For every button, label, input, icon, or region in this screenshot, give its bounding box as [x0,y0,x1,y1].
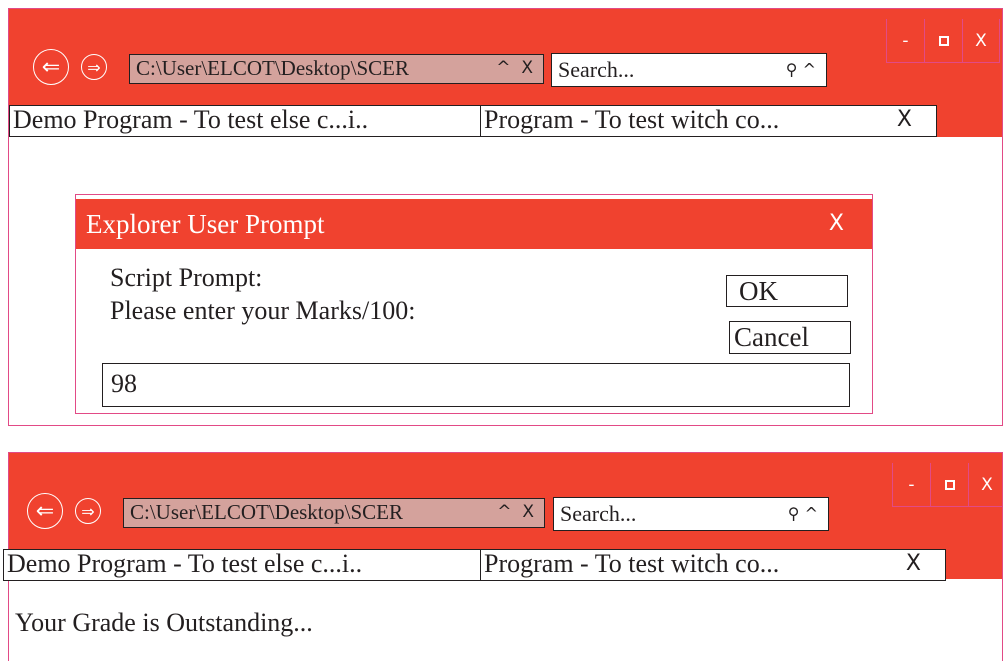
close-icon: X [981,474,993,495]
minimize-icon: - [902,30,909,51]
tab-program[interactable]: Program - To test witch co... X [480,105,937,137]
maximize-button[interactable] [924,19,962,63]
search-icon[interactable]: ⚲ ^ [788,498,818,530]
forward-button[interactable]: ⇒ [81,54,107,80]
tab-close-icon[interactable]: X [897,106,912,134]
address-bar[interactable]: C:\User\ELCOT\Desktop\SCER ^ X [129,54,544,84]
tab-demo-program[interactable]: Demo Program - To test else c...i.. [3,549,481,581]
search-icon[interactable]: ⚲ ^ [786,54,816,86]
search-box[interactable]: Search... ⚲ ^ [551,53,827,87]
back-button[interactable]: ⇐ [27,493,63,529]
address-path: C:\User\ELCOT\Desktop\SCER [136,56,409,80]
tab-program[interactable]: Program - To test witch co... X [480,549,946,581]
search-placeholder: Search... [558,57,635,82]
minimize-icon: - [908,474,915,495]
forward-arrow-icon: ⇒ [87,57,101,77]
minimize-button[interactable]: - [886,19,924,63]
tab-close-icon[interactable]: X [906,550,921,578]
back-arrow-icon: ⇐ [35,498,55,524]
close-window-button[interactable]: X [962,19,1000,63]
browser-window-prompt: - X ⇐ ⇒ C:\User\ELCOT\Desktop\SCER ^ X S… [8,8,1003,426]
prompt-label: Script Prompt: [110,263,263,292]
maximize-button[interactable] [930,463,968,507]
address-bar[interactable]: C:\User\ELCOT\Desktop\SCER ^ X [123,498,545,528]
close-window-button[interactable]: X [968,463,1003,507]
ok-button[interactable]: OK [726,275,848,307]
grade-message: Your Grade is Outstanding... [15,608,313,637]
dialog-title: Explorer User Prompt [86,209,325,239]
title-bar: - X ⇐ ⇒ C:\User\ELCOT\Desktop\SCER ^ X S… [3,453,1003,581]
address-controls[interactable]: ^ X [496,55,533,82]
search-placeholder: Search... [560,501,637,526]
user-prompt-dialog: Explorer User Prompt X Script Prompt: Pl… [75,194,873,414]
dialog-title-bar: Explorer User Prompt X [76,199,872,249]
minimize-button[interactable]: - [892,463,930,507]
prompt-text: Please enter your Marks/100: [110,296,416,325]
close-icon: X [975,30,987,51]
title-bar: - X ⇐ ⇒ C:\User\ELCOT\Desktop\SCER ^ X S… [9,9,1002,137]
back-button[interactable]: ⇐ [33,49,69,85]
maximize-icon [938,35,949,46]
dialog-close-icon[interactable]: X [829,199,844,249]
tab-demo-program[interactable]: Demo Program - To test else c...i.. [9,105,481,137]
address-path: C:\User\ELCOT\Desktop\SCER [130,500,403,524]
marks-input[interactable]: 98 [102,363,850,407]
back-arrow-icon: ⇐ [41,54,61,80]
cancel-button[interactable]: Cancel [729,321,851,354]
maximize-icon [944,479,955,490]
forward-arrow-icon: ⇒ [81,501,95,521]
browser-window-result: - X ⇐ ⇒ C:\User\ELCOT\Desktop\SCER ^ X S… [3,452,1003,661]
address-controls[interactable]: ^ X [497,499,534,526]
forward-button[interactable]: ⇒ [75,498,101,524]
search-box[interactable]: Search... ⚲ ^ [553,497,829,531]
